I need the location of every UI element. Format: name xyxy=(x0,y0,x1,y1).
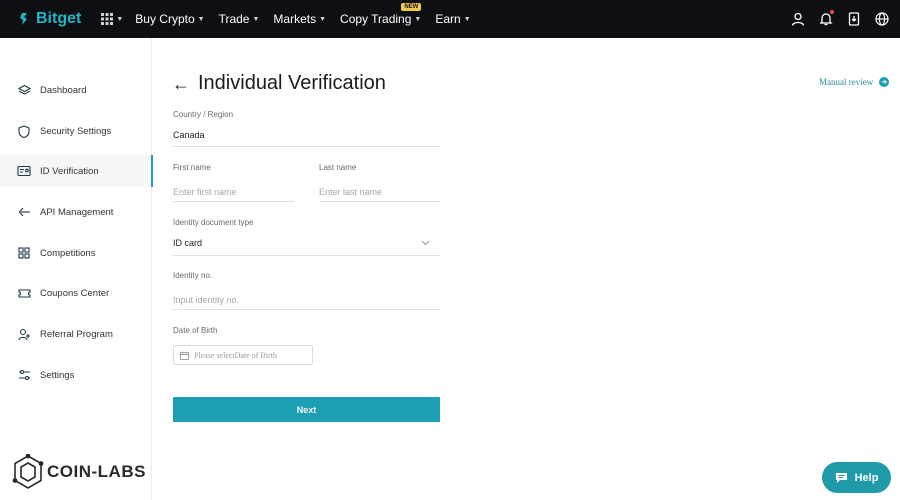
sidebar-item-id-verification[interactable]: ID Verification xyxy=(0,155,153,187)
identity-no-underline xyxy=(173,309,440,310)
sidebar-item-label: Settings xyxy=(40,369,75,381)
chevron-down-icon: ▼ xyxy=(463,15,471,23)
chevron-down-icon: ▼ xyxy=(116,15,124,23)
api-icon xyxy=(17,205,31,219)
manual-review-link[interactable]: Manual review ➜ xyxy=(819,77,890,87)
date-of-birth-placeholder: Please selectDate of Birth xyxy=(194,350,277,360)
sidebar-item-label: Referral Program xyxy=(40,328,113,340)
coin-labs-logo-icon xyxy=(12,454,44,489)
sidebar-item-competitions[interactable]: Competitions xyxy=(0,237,152,269)
new-badge: NEW xyxy=(401,3,422,11)
first-name-label: First name xyxy=(173,163,211,172)
apps-menu[interactable]: ▼ xyxy=(101,13,123,25)
page-title: Individual Verification xyxy=(198,72,386,94)
sidebar-item-referral-program[interactable]: Referral Program xyxy=(0,318,152,350)
document-type-underline xyxy=(173,255,440,256)
date-of-birth-picker[interactable]: Please selectDate of Birth xyxy=(173,345,313,365)
sidebar-item-coupons-center[interactable]: Coupons Center xyxy=(0,277,152,309)
country-label: Country / Region xyxy=(173,110,234,119)
globe-icon[interactable] xyxy=(874,11,890,27)
identity-no-input[interactable]: Input identity no. xyxy=(173,295,239,305)
page-header: ← Individual Verification xyxy=(172,72,472,95)
notification-dot xyxy=(830,10,834,14)
user-icon[interactable] xyxy=(790,11,806,27)
sliders-icon xyxy=(17,368,31,382)
apps-grid-icon xyxy=(101,13,114,25)
bell-icon[interactable] xyxy=(818,10,834,27)
next-button[interactable]: Next xyxy=(173,397,440,422)
sidebar-item-label: Dashboard xyxy=(40,84,87,96)
nav-earn[interactable]: Earn ▼ xyxy=(435,12,470,26)
first-name-underline xyxy=(173,201,294,202)
manual-review-label: Manual review xyxy=(819,77,874,87)
chevron-down-icon: ▼ xyxy=(319,15,327,23)
sidebar-item-security-settings[interactable]: Security Settings xyxy=(0,115,152,147)
arrow-right-circle-icon: ➜ xyxy=(879,77,890,87)
nav-label: Buy Crypto xyxy=(135,12,195,26)
sidebar-item-label: ID Verification xyxy=(40,165,99,177)
sidebar-item-settings[interactable]: Settings xyxy=(0,359,152,391)
chevron-down-icon: ▼ xyxy=(414,15,422,23)
shield-icon xyxy=(17,124,31,138)
sidebar-item-dashboard[interactable]: Dashboard xyxy=(0,74,152,106)
document-type-select[interactable]: ID card xyxy=(173,238,202,248)
country-underline xyxy=(173,146,440,147)
date-of-birth-label: Date of Birth xyxy=(173,326,218,335)
nav-buy-crypto[interactable]: Buy Crypto ▼ xyxy=(135,12,204,26)
coin-labs-watermark: COIN-LABS xyxy=(12,454,146,490)
sidebar-item-label: Coupons Center xyxy=(40,287,110,299)
chevron-down-icon: ▼ xyxy=(197,15,205,23)
help-button[interactable]: Help xyxy=(822,462,891,493)
nav-label: Earn xyxy=(435,12,461,26)
nav-markets[interactable]: Markets ▼ xyxy=(273,12,326,26)
referral-icon xyxy=(17,327,31,341)
calendar-icon xyxy=(180,351,189,360)
brand-logo[interactable]: Bitget xyxy=(18,10,81,28)
coupon-icon xyxy=(17,286,31,300)
last-name-underline xyxy=(319,201,440,202)
header-actions xyxy=(790,10,890,27)
download-icon[interactable] xyxy=(846,11,862,27)
id-card-icon xyxy=(17,164,31,178)
nav-label: Copy Trading xyxy=(340,12,412,26)
layers-icon xyxy=(17,83,31,97)
first-name-input[interactable]: Enter first name xyxy=(173,187,237,197)
last-name-label: Last name xyxy=(319,163,357,172)
chevron-down-icon: ▼ xyxy=(252,15,260,23)
identity-no-label: Identity no. xyxy=(173,271,213,280)
nav-label: Markets xyxy=(273,12,317,26)
country-select[interactable]: Canada xyxy=(173,130,205,140)
bitget-logo-icon xyxy=(20,13,27,25)
watermark-text: COIN-LABS xyxy=(47,462,146,481)
help-label: Help xyxy=(854,471,879,484)
nav-trade[interactable]: Trade ▼ xyxy=(219,12,260,26)
top-navigation-bar: Bitget ▼ Buy Crypto ▼ Trade ▼ Markets ▼ … xyxy=(0,0,900,38)
sidebar-item-label: API Management xyxy=(40,206,114,218)
main-nav: Buy Crypto ▼ Trade ▼ Markets ▼ Copy Trad… xyxy=(135,3,484,26)
brand-name: Bitget xyxy=(36,10,82,27)
nav-copy-trading[interactable]: Copy Trading ▼ NEW xyxy=(340,3,422,26)
account-sidebar: Dashboard Security Settings ID Verificat… xyxy=(0,38,153,500)
grid-icon xyxy=(17,246,31,260)
back-arrow-icon[interactable]: ← xyxy=(172,75,190,93)
sidebar-item-label: Security Settings xyxy=(40,125,112,137)
chat-icon xyxy=(835,472,847,483)
chevron-down-icon[interactable] xyxy=(421,240,430,246)
document-type-label: Identity document type xyxy=(173,218,254,227)
nav-label: Trade xyxy=(218,12,250,26)
sidebar-item-label: Competitions xyxy=(40,247,96,259)
sidebar-item-api-management[interactable]: API Management xyxy=(0,196,152,228)
last-name-input[interactable]: Enter last name xyxy=(319,187,382,197)
